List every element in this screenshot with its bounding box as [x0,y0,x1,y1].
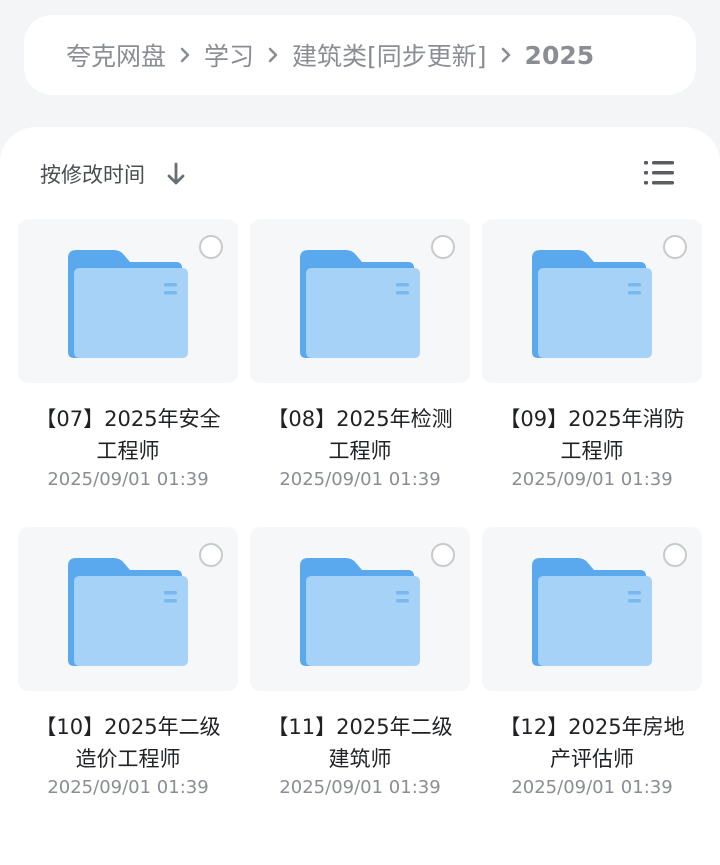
folder-thumbnail [250,527,470,691]
folder-name: 【08】2025年检测工程师 [267,407,453,463]
folder-name: 【07】2025年安全工程师 [35,407,221,463]
folder-thumbnail [250,219,470,383]
chevron-right-icon [166,46,204,64]
select-checkbox[interactable] [431,235,455,259]
select-checkbox[interactable] [199,543,223,567]
file-panel: 按修改时间 【07】2025年安全工程师 2025/09/01 01:39 【0… [0,127,720,865]
folder-name: 【12】2025年房地产评估师 [499,715,685,771]
sort-label: 按修改时间 [40,163,145,187]
folder-icon [532,558,652,666]
breadcrumb-item-construction[interactable]: 建筑类[同步更新] [292,37,487,73]
folder-modified-date: 2025/09/01 01:39 [511,777,673,798]
folder-card[interactable]: 【08】2025年检测工程师 2025/09/01 01:39 [250,219,470,527]
chevron-right-icon [487,46,525,64]
folder-thumbnail [18,527,238,691]
folder-icon [532,250,652,358]
breadcrumb: 夸克网盘 学习 建筑类[同步更新] 2025 [24,15,696,95]
select-checkbox[interactable] [199,235,223,259]
folder-thumbnail [482,527,702,691]
arrow-down-icon [167,162,185,185]
folder-card[interactable]: 【10】2025年二级造价工程师 2025/09/01 01:39 [18,527,238,835]
chevron-right-icon [254,46,292,64]
select-checkbox[interactable] [663,543,687,567]
folder-thumbnail [18,219,238,383]
folder-card[interactable]: 【09】2025年消防工程师 2025/09/01 01:39 [482,219,702,527]
folder-icon [68,558,188,666]
folder-card[interactable]: 【07】2025年安全工程师 2025/09/01 01:39 [18,219,238,527]
folder-modified-date: 2025/09/01 01:39 [279,469,441,490]
breadcrumb-item-study[interactable]: 学习 [204,37,254,73]
folder-modified-date: 2025/09/01 01:39 [511,469,673,490]
folder-thumbnail [482,219,702,383]
folder-card[interactable]: 【11】2025年二级建筑师 2025/09/01 01:39 [250,527,470,835]
select-checkbox[interactable] [431,543,455,567]
folder-card[interactable]: 【12】2025年房地产评估师 2025/09/01 01:39 [482,527,702,835]
folder-name: 【09】2025年消防工程师 [499,407,685,463]
list-view-icon[interactable] [642,159,676,187]
folder-icon [300,558,420,666]
folder-icon [300,250,420,358]
folder-name: 【10】2025年二级造价工程师 [35,715,221,771]
breadcrumb-item-current: 2025 [524,40,595,70]
folder-modified-date: 2025/09/01 01:39 [279,777,441,798]
folder-modified-date: 2025/09/01 01:39 [47,469,209,490]
select-checkbox[interactable] [663,235,687,259]
folder-modified-date: 2025/09/01 01:39 [47,777,209,798]
sort-button[interactable]: 按修改时间 [40,157,187,191]
breadcrumb-item-root[interactable]: 夸克网盘 [66,37,166,73]
folder-name: 【11】2025年二级建筑师 [267,715,453,771]
file-grid: 【07】2025年安全工程师 2025/09/01 01:39 【08】2025… [18,219,704,835]
folder-icon [68,250,188,358]
